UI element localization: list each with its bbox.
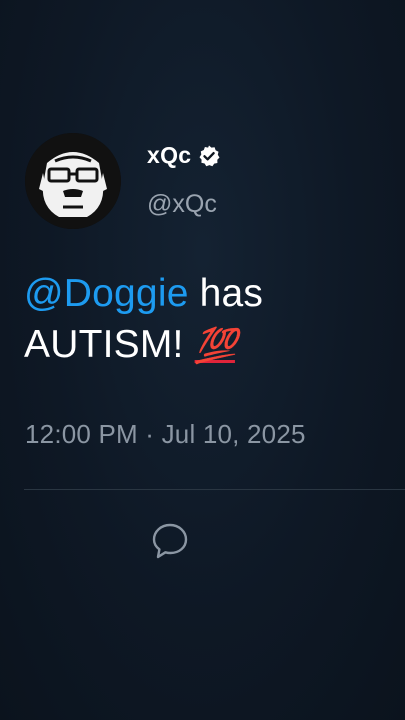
verified-badge-icon [199,145,220,166]
hundred-points-emoji-icon: 💯 [194,327,237,365]
gorilla-avatar-icon [25,133,121,229]
author-name-row[interactable]: xQc [147,142,221,169]
user-handle[interactable]: @xQc [147,190,217,219]
reply-button[interactable] [148,518,192,562]
tweet-card: xQc @xQc @Doggie has AUTISM! 💯 12:00 PM ·… [0,0,405,720]
tweet-text: @Doggie has AUTISM! 💯 [24,268,384,372]
divider [24,489,405,490]
display-name[interactable]: xQc [147,142,191,169]
avatar[interactable] [25,133,121,229]
tweet-timestamp[interactable]: 12:00 PM · Jul 10, 2025 [25,419,306,450]
mention-link[interactable]: @Doggie [24,272,189,315]
reply-bubble-icon [152,523,188,559]
tweet-text-part-1: has [188,272,264,315]
tweet-text-part-2: AUTISM! [24,323,195,366]
